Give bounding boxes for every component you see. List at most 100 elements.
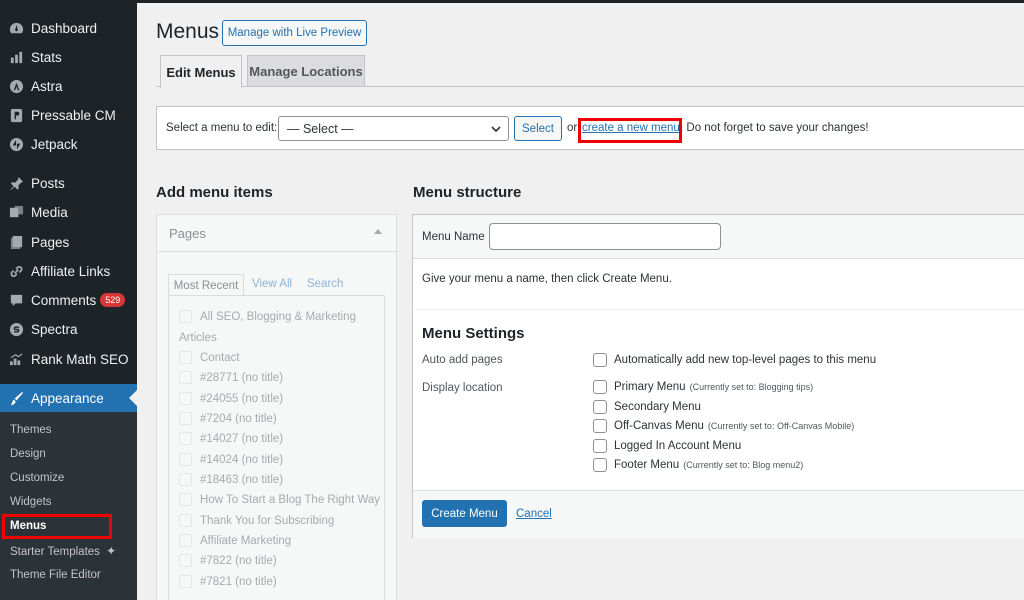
display-location-label: Display location	[422, 382, 503, 394]
checkbox[interactable]	[179, 493, 192, 506]
sidebar-item-rank-math[interactable]: Rank Math SEO	[0, 345, 137, 373]
menu-name-input[interactable]	[489, 223, 721, 250]
submenu-starter-templates[interactable]: Starter Templates ✦	[10, 544, 116, 558]
list-item[interactable]: Contact	[179, 351, 240, 364]
live-preview-button[interactable]: Manage with Live Preview	[222, 20, 367, 46]
location-off-canvas-menu[interactable]: Off-Canvas Menu (Currently set to: Off-C…	[593, 419, 854, 433]
create-menu-button[interactable]: Create Menu	[422, 500, 507, 527]
checkbox[interactable]	[179, 351, 192, 364]
collapse-arrow-icon[interactable]	[374, 229, 382, 234]
tab-search[interactable]: Search	[307, 278, 343, 290]
select-menu-label: Select a menu to edit:	[166, 122, 278, 134]
sidebar-item-media[interactable]: Media	[0, 198, 137, 226]
sidebar-item-astra[interactable]: Astra	[0, 72, 137, 100]
location-note: (Currently set to: Blog menu2)	[683, 460, 804, 470]
create-link-highlight-box	[578, 118, 682, 143]
auto-add-checkbox[interactable]	[593, 353, 607, 367]
sidebar-item-affiliate-links[interactable]: Affiliate Links	[0, 257, 137, 285]
list-item[interactable]: Affiliate Marketing	[179, 534, 291, 547]
checkbox[interactable]	[179, 575, 192, 588]
location-checkbox[interactable]	[593, 439, 607, 453]
location-checkbox[interactable]	[593, 380, 607, 394]
list-item[interactable]: #7204 (no title)	[179, 412, 277, 425]
dropdown-value: — Select —	[287, 121, 354, 136]
menu-name-row: Menu Name	[413, 215, 1024, 259]
checkbox[interactable]	[179, 310, 192, 323]
sidebar-item-comments[interactable]: Comments 529	[0, 286, 137, 314]
pages-panel-title: Pages	[169, 226, 206, 241]
list-item[interactable]: #14024 (no title)	[179, 453, 283, 466]
sidebar-item-label: Pages	[31, 234, 70, 250]
pages-list: All SEO, Blogging & Marketing Articles C…	[168, 295, 385, 600]
sidebar-item-jetpack[interactable]: Jetpack	[0, 130, 137, 158]
list-item[interactable]: How To Start a Blog The Right Way	[179, 493, 380, 506]
sidebar-item-pages[interactable]: Pages	[0, 228, 137, 256]
submenu-design[interactable]: Design	[10, 448, 46, 460]
tab-most-recent[interactable]: Most Recent	[168, 274, 244, 296]
auto-add-option[interactable]: Automatically add new top-level pages to…	[593, 353, 876, 367]
list-item[interactable]: #7822 (no title)	[179, 554, 277, 567]
select-menu-bar: Select a menu to edit: — Select — Select…	[156, 106, 1024, 150]
sidebar-item-label: Spectra	[31, 321, 78, 337]
list-item[interactable]: #28771 (no title)	[179, 371, 283, 384]
location-checkbox[interactable]	[593, 458, 607, 472]
pages-panel-header[interactable]: Pages	[157, 215, 396, 252]
menu-name-label: Menu Name	[422, 231, 485, 243]
sidebar-item-pressable[interactable]: Pressable CM	[0, 101, 137, 129]
sidebar-item-spectra[interactable]: Spectra	[0, 315, 137, 343]
submenu-customize[interactable]: Customize	[10, 472, 64, 484]
location-checkbox[interactable]	[593, 419, 607, 433]
list-item[interactable]: #14027 (no title)	[179, 432, 283, 445]
submenu-theme-file-editor[interactable]: Theme File Editor	[10, 569, 101, 581]
list-item-label: #7822 (no title)	[200, 554, 277, 567]
menu-settings-heading: Menu Settings	[422, 325, 525, 342]
list-item-label: How To Start a Blog The Right Way	[200, 493, 381, 506]
location-secondary-menu[interactable]: Secondary Menu	[593, 400, 701, 414]
list-item[interactable]: #24055 (no title)	[179, 392, 283, 405]
location-name: Footer Menu	[614, 459, 680, 471]
rankmath-icon	[8, 351, 24, 367]
menu-select-dropdown[interactable]: — Select —	[278, 116, 509, 141]
sidebar-item-posts[interactable]: Posts	[0, 169, 137, 197]
appearance-submenu: Themes Design Customize Widgets Menus St…	[0, 412, 137, 600]
checkbox[interactable]	[179, 554, 192, 567]
location-logged-in-account-menu[interactable]: Logged In Account Menu	[593, 439, 741, 453]
divider	[413, 309, 1024, 310]
pages-panel: Pages Most Recent View All Search All SE…	[156, 214, 397, 600]
checkbox[interactable]	[179, 432, 192, 445]
location-primary-menu[interactable]: Primary Menu (Currently set to: Blogging…	[593, 380, 813, 394]
checkbox[interactable]	[179, 473, 192, 486]
tab-view-all[interactable]: View All	[252, 278, 292, 290]
list-item[interactable]: All SEO, Blogging & Marketing	[179, 310, 356, 323]
list-item[interactable]: #7821 (no title)	[179, 575, 277, 588]
tab-manage-locations[interactable]: Manage Locations	[247, 55, 365, 87]
list-item[interactable]: #18463 (no title)	[179, 473, 283, 486]
sidebar-item-appearance[interactable]: Appearance	[0, 384, 137, 412]
checkbox[interactable]	[179, 392, 192, 405]
tab-edit-menus[interactable]: Edit Menus	[160, 55, 242, 88]
comments-count-badge: 529	[100, 293, 126, 307]
location-footer-menu[interactable]: Footer Menu (Currently set to: Blog menu…	[593, 458, 803, 472]
checkbox[interactable]	[179, 371, 192, 384]
sidebar-item-stats[interactable]: Stats	[0, 43, 137, 71]
list-item-label: Affiliate Marketing	[200, 534, 292, 547]
checkbox[interactable]	[179, 534, 192, 547]
checkbox[interactable]	[179, 412, 192, 425]
sidebar-item-label: Appearance	[31, 390, 104, 406]
submenu-themes[interactable]: Themes	[10, 424, 52, 436]
stats-icon	[8, 49, 24, 65]
astra-icon	[8, 78, 24, 94]
location-checkbox[interactable]	[593, 400, 607, 414]
sidebar-item-label: Media	[31, 204, 68, 220]
list-item-label: #28771 (no title)	[200, 371, 284, 384]
sidebar-item-dashboard[interactable]: Dashboard	[0, 14, 137, 42]
list-item-label: #7204 (no title)	[200, 412, 277, 425]
checkbox[interactable]	[179, 453, 192, 466]
list-item[interactable]: Thank You for Subscribing	[179, 514, 334, 527]
location-name: Primary Menu	[614, 381, 686, 393]
cancel-link[interactable]: Cancel	[516, 508, 552, 520]
submenu-widgets[interactable]: Widgets	[10, 496, 52, 508]
page-title: Menus	[156, 20, 220, 43]
checkbox[interactable]	[179, 514, 192, 527]
select-button[interactable]: Select	[514, 116, 562, 141]
